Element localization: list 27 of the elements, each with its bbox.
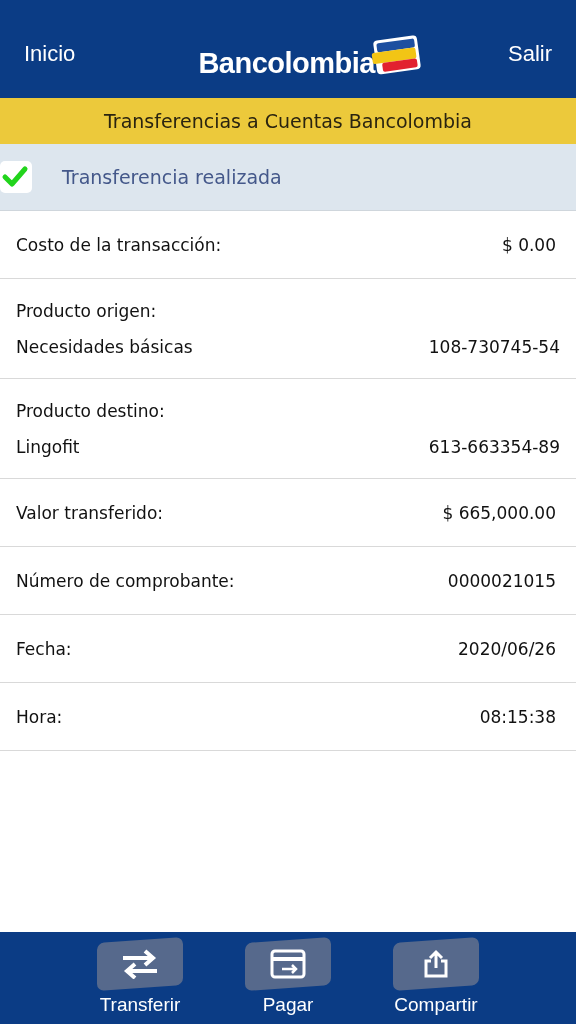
field-value: 2020/06/26: [458, 638, 556, 659]
field-label: Producto origen:: [16, 300, 158, 321]
field-value: 08:15:38: [479, 706, 556, 727]
field-label: Número de comprobante:: [16, 570, 235, 591]
field-value: $ 0.00: [501, 234, 556, 255]
field-label: Hora:: [16, 706, 63, 727]
field-label: Fecha:: [16, 638, 72, 659]
logout-link[interactable]: Salir: [508, 41, 552, 67]
share-icon: [422, 949, 450, 979]
transfer-button[interactable]: Transferir: [76, 932, 204, 1024]
field-value: $ 665,000.00: [442, 502, 556, 523]
logo-text: Bancolombia: [198, 49, 375, 78]
account-number: 108-730745-54: [428, 336, 560, 357]
swap-arrows-icon: [121, 949, 159, 979]
field-label: Producto destino:: [16, 400, 166, 421]
product-name: Lingofit: [16, 436, 80, 457]
pay-button[interactable]: Pagar: [224, 932, 352, 1024]
field-label: Valor transferido:: [16, 502, 164, 523]
field-label: Costo de la transacción:: [16, 234, 222, 255]
status-text: Transferencia realizada: [62, 166, 282, 188]
product-name: Necesidades básicas: [16, 336, 193, 357]
home-link[interactable]: Inicio: [24, 41, 76, 67]
card-icon: [270, 949, 306, 979]
page-title: Transferencias a Cuentas Bancolombia: [104, 110, 472, 132]
account-number: 613-663354-89: [428, 436, 560, 457]
share-button[interactable]: Compartir: [372, 932, 500, 1024]
field-value: 0000021015: [447, 570, 556, 591]
